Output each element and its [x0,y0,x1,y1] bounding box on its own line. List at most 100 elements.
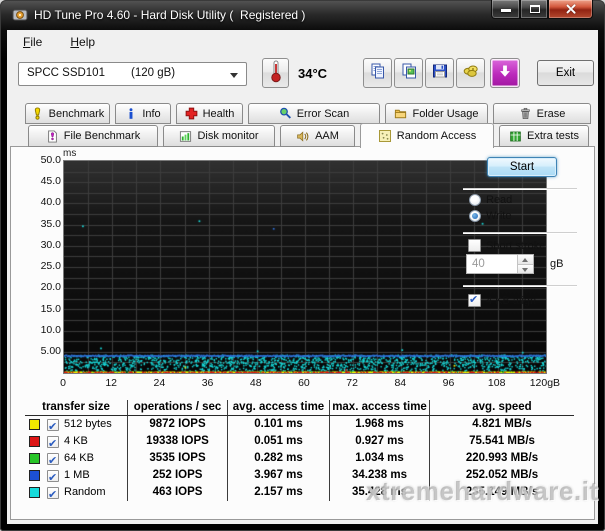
close-icon [566,4,576,14]
tab-disk-monitor[interactable]: Disk monitor [163,125,275,147]
x-tick-label: 60 [284,377,324,389]
separator [463,188,577,189]
copy-image-button[interactable] [394,58,423,88]
y-axis-labels: 50.045.040.035.030.025.020.015.010.05.00 [25,154,61,357]
max-access-cell: 34.238 ms [330,467,430,484]
thermometer-icon [269,59,283,88]
tab-row-1: Benchmark Info Health Error Scan Folder … [25,103,591,124]
iops-cell: 19338 IOPS [128,433,228,450]
extra-tests-icon [509,130,522,143]
start-button[interactable]: Start [487,157,557,177]
x-tick-label: 24 [139,377,179,389]
short-stroke-option[interactable]: Short stroke [468,239,545,252]
short-stroke-size-input[interactable]: 40 [466,254,534,274]
file-benchmark-icon [46,130,59,143]
max-access-cell: 1.034 ms [330,450,430,467]
benchmark-icon [31,107,44,120]
transfer-size-cell: 4 KB [25,433,128,450]
tab-file-benchmark[interactable]: File Benchmark [28,125,158,147]
y-tick-label: 40.0 [25,196,61,208]
series-checkbox[interactable] [47,419,59,431]
short-stroke-unit: gB [550,258,563,270]
write-label: Write [486,210,511,222]
tab-health[interactable]: Health [176,103,243,124]
max-access-cell: 35.428 ms [330,484,430,501]
disk-monitor-icon [179,130,192,143]
table-row: 4 KB 19338 IOPS 0.051 ms 0.927 ms 75.541… [25,433,574,450]
window-title: HD Tune Pro 4.60 - Hard Disk Utility ( R… [34,8,305,22]
y-tick-label: 45.0 [25,175,61,187]
x-tick-label: 12 [91,377,131,389]
table-header: transfer size operations / sec avg. acce… [25,400,574,416]
y-tick-label: 20.0 [25,281,61,293]
drive-selector[interactable]: SPCC SSD101 (120 gB) [18,62,247,86]
x-tick-label: 96 [429,377,469,389]
tab-extra-tests[interactable]: Extra tests [499,125,589,147]
read-radio[interactable] [469,194,481,206]
window-controls [491,0,593,19]
tab-row-2: File Benchmark Disk monitor AAM Random A… [28,125,589,147]
minimize-button[interactable] [491,0,520,19]
info-icon [125,107,137,120]
spin-up-button[interactable] [518,255,533,265]
column-header: operations / sec [128,400,228,415]
column-header: avg. access time [228,400,330,415]
series-checkbox[interactable] [47,487,59,499]
health-icon [185,107,198,120]
write-radio[interactable] [469,210,481,222]
align-checkbox[interactable] [468,294,481,307]
results-table: transfer size operations / sec avg. acce… [25,400,574,501]
exit-button[interactable]: Exit [537,60,594,86]
read-option[interactable]: Read [469,194,512,206]
short-stroke-label: Short stroke [486,240,545,252]
temperature-button[interactable] [262,58,289,88]
maximize-button[interactable] [520,0,548,19]
series-label: 64 KB [64,450,94,467]
series-checkbox[interactable] [47,436,59,448]
align-option[interactable]: 4 KB align [468,294,536,307]
copy-button[interactable] [363,58,392,88]
short-stroke-checkbox[interactable] [468,239,481,252]
tab-info[interactable]: Info [115,103,171,124]
x-tick-label: 48 [236,377,276,389]
series-checkbox[interactable] [47,470,59,482]
speaker-icon [296,130,310,143]
avg-speed-cell: 4.821 MB/s [430,416,574,433]
menu-help[interactable]: Help [63,33,102,51]
read-label: Read [486,194,512,206]
save-icon [431,62,449,85]
options-icon [462,62,480,85]
capture-button[interactable] [490,58,520,88]
y-tick-label: 10.0 [25,324,61,336]
column-header: max. access time [330,400,430,415]
write-option[interactable]: Write [469,210,511,222]
options-button[interactable] [456,58,485,88]
spin-down-button[interactable] [518,265,533,274]
avg-access-cell: 2.157 ms [228,484,330,501]
tab-random-access[interactable]: Random Access [360,123,494,148]
x-axis-labels: 01224364860728496108120gB [43,377,565,389]
spin-buttons [517,255,533,273]
tab-folder-usage[interactable]: Folder Usage [385,103,488,124]
menu-file[interactable]: File [16,33,49,51]
series-label: 1 MB [64,467,90,484]
y-tick-label: 35.0 [25,218,61,230]
tab-benchmark[interactable]: Benchmark [25,103,110,124]
y-tick-label: 50.0 [25,154,61,166]
save-button[interactable] [425,58,454,88]
tab-erase[interactable]: Erase [493,103,591,124]
tab-label: Disk monitor [197,130,258,142]
avg-access-cell: 0.282 ms [228,450,330,467]
series-color-swatch [29,419,40,430]
iops-cell: 463 IOPS [128,484,228,501]
align-label: 4 KB align [486,295,536,307]
tab-label: File Benchmark [64,130,140,142]
column-header: avg. speed [430,400,574,415]
tab-error-scan[interactable]: Error Scan [248,103,380,124]
close-button[interactable] [548,0,593,19]
series-checkbox[interactable] [47,453,59,465]
y-tick-label: 15.0 [25,303,61,315]
series-label: Random [64,484,106,501]
tab-aam[interactable]: AAM [280,125,355,147]
hd-tune-window: HD Tune Pro 4.60 - Hard Disk Utility ( R… [0,0,605,531]
